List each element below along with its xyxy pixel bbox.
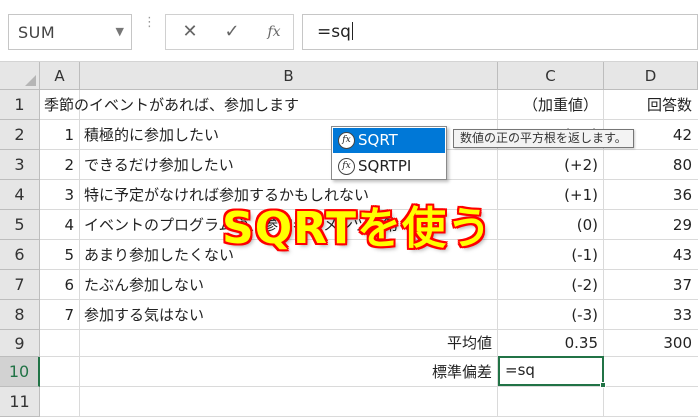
cell-d3[interactable]: 80 [604,150,698,180]
cell-c9[interactable]: 0.35 [498,328,604,358]
cell-b9[interactable]: 平均値 [80,328,498,358]
cell-a1[interactable]: 季節のイベントがあれば、参加します [40,90,340,120]
cell-c6[interactable]: (-1) [498,240,604,270]
autocomplete-item-label: SQRTPI [358,157,412,175]
autocomplete-item-sqrtpi[interactable]: fx SQRTPI [333,154,445,179]
autocomplete-item-sqrt[interactable]: fx SQRT [333,128,445,153]
column-header-a[interactable]: A [40,62,80,90]
cell-b8[interactable]: 参加する気はない [80,300,498,330]
active-cell-c10[interactable]: =sq [498,356,606,388]
cell-c7[interactable]: (-2) [498,270,604,300]
cell-a6[interactable]: 5 [40,240,80,270]
select-all-triangle-icon [25,75,36,86]
function-icon: fx [338,158,355,175]
cell-a4[interactable]: 3 [40,180,80,210]
row-header-5[interactable]: 5 [0,210,40,240]
active-cell-value: =sq [505,361,535,379]
text-caret [351,22,353,40]
cell-c1[interactable]: （加重値） [498,90,604,120]
cell-b7[interactable]: たぶん参加しない [80,270,498,300]
row-header-6[interactable]: 6 [0,240,40,270]
cell-d9[interactable]: 300 [604,328,698,358]
cell-d7[interactable]: 37 [604,270,698,300]
row-header-2[interactable]: 2 [0,120,40,150]
cell-d1[interactable]: 回答数 [604,90,698,120]
cell-d5[interactable]: 29 [604,210,698,240]
cell-c4[interactable]: (+1) [498,180,604,210]
formula-value: =sq [317,22,351,42]
cell-a7[interactable]: 6 [40,270,80,300]
cell-a8[interactable]: 7 [40,300,80,330]
cancel-icon[interactable]: ✕ [170,15,210,49]
function-tooltip: 数値の正の平方根を返します。 [453,129,634,148]
row-header-8[interactable]: 8 [0,300,40,330]
overlay-title: SQRTを使う [222,203,493,254]
cell-c3[interactable]: (+2) [498,150,604,180]
row-header-10[interactable]: 10 [0,357,40,387]
row-header-4[interactable]: 4 [0,180,40,210]
autocomplete-item-label: SQRT [358,131,398,149]
cell-c8[interactable]: (-3) [498,300,604,330]
cell-a5[interactable]: 4 [40,210,80,240]
formula-input[interactable]: =sq [302,14,698,50]
cell-d6[interactable]: 43 [604,240,698,270]
column-header-d[interactable]: D [604,62,698,90]
function-icon: fx [338,132,355,149]
function-autocomplete: fx SQRT fx SQRTPI [331,126,447,180]
cell-d4[interactable]: 36 [604,180,698,210]
formula-buttons: ✕ ✓ fx [165,14,294,50]
column-header-b[interactable]: B [80,62,498,90]
select-all-button[interactable] [0,62,40,90]
formula-bar: SUM ▼ ⋮ ✕ ✓ fx =sq [0,0,698,62]
cell-c5[interactable]: (0) [498,210,604,240]
row-header-1[interactable]: 1 [0,90,40,120]
name-box-value: SUM [18,23,56,42]
insert-function-icon[interactable]: fx [254,15,294,49]
cell-a2[interactable]: 1 [40,120,80,150]
cell-b10[interactable]: 標準偏差 [80,357,498,387]
column-header-c[interactable]: C [498,62,604,90]
formula-text: =sq [317,22,353,42]
chevron-down-icon[interactable]: ▼ [116,25,124,38]
row-header-7[interactable]: 7 [0,270,40,300]
cell-d8[interactable]: 33 [604,300,698,330]
row-header-9[interactable]: 9 [0,330,40,357]
cell-a3[interactable]: 2 [40,150,80,180]
enter-icon[interactable]: ✓ [212,15,252,49]
row-header-11[interactable]: 11 [0,387,40,417]
name-box[interactable]: SUM ▼ [8,14,132,50]
row-header-3[interactable]: 3 [0,150,40,180]
worksheet-grid: A B C D 1 2 3 4 5 6 7 8 9 10 11 季節のイベントが… [0,62,698,417]
drag-handle-icon[interactable]: ⋮ [143,16,156,29]
fill-handle[interactable] [600,382,606,388]
